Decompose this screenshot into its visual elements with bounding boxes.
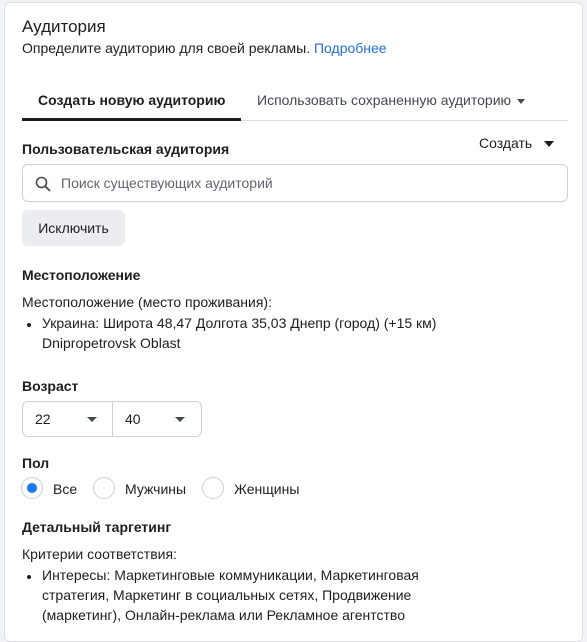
- search-icon: [35, 176, 51, 192]
- subtitle-text: Определите аудиторию для своей рекламы.: [22, 40, 311, 56]
- audience-tabs: Создать новую аудиторию Использовать сох…: [22, 81, 568, 121]
- interests-line1: Интересы: Маркетинговые коммуникации, Ма…: [42, 567, 419, 583]
- location-heading: Местоположение: [22, 267, 141, 283]
- dropdown-caret-icon: [517, 98, 526, 104]
- location-item-line1: Украина: Широта 48,47 Долгота 35,03 Днеп…: [42, 315, 437, 331]
- create-label: Создать: [479, 135, 533, 151]
- create-audience-dropdown[interactable]: Создать: [479, 135, 555, 151]
- learn-more-link[interactable]: Подробнее: [314, 40, 387, 56]
- age-max-value: 40: [125, 411, 141, 427]
- section-subtitle: Определите аудиторию для своей рекламы. …: [22, 40, 387, 56]
- audience-card: Аудитория Определите аудиторию для своей…: [4, 2, 583, 642]
- age-max-select[interactable]: 40: [113, 402, 201, 436]
- detailed-targeting-heading: Детальный таргетинг: [22, 519, 172, 535]
- gender-radio-all[interactable]: [21, 477, 43, 499]
- gender-radio-women[interactable]: [202, 477, 224, 499]
- age-min-select[interactable]: 22: [23, 402, 112, 436]
- tab-use-saved-audience-label: Использовать сохраненную аудиторию: [257, 92, 512, 108]
- chevron-down-icon: [87, 417, 97, 422]
- age-range-selector: 22 40: [22, 401, 202, 437]
- custom-audience-label: Пользовательская аудитория: [22, 141, 230, 157]
- chevron-down-icon: [544, 141, 555, 148]
- chevron-down-icon: [175, 417, 185, 422]
- bullet-icon: [27, 323, 31, 327]
- gender-label-men: Мужчины: [125, 481, 187, 497]
- search-input[interactable]: [61, 165, 561, 201]
- section-title: Аудитория: [22, 17, 106, 36]
- gender-label-women: Женщины: [234, 481, 300, 497]
- gender-radio-men[interactable]: [93, 477, 115, 499]
- age-heading: Возраст: [22, 378, 79, 394]
- tab-create-new-audience[interactable]: Создать новую аудиторию: [22, 81, 242, 121]
- exclude-button[interactable]: Исключить: [22, 210, 125, 246]
- location-item-line2: Dnipropetrovsk Oblast: [42, 335, 181, 351]
- gender-heading: Пол: [22, 455, 50, 471]
- age-min-value: 22: [35, 411, 51, 427]
- location-type-label: Местоположение (место проживания):: [22, 294, 272, 310]
- gender-label-all: Все: [53, 481, 78, 497]
- criteria-label: Критерии соответствия:: [22, 546, 177, 562]
- audience-search-field[interactable]: [22, 164, 568, 202]
- interests-line3: (маркетинг), Онлайн-реклама или Рекламно…: [42, 607, 405, 623]
- bullet-icon: [27, 575, 31, 579]
- interests-line2: стратегия, Маркетинг в социальных сетях,…: [42, 587, 412, 603]
- tab-use-saved-audience[interactable]: Использовать сохраненную аудиторию: [257, 81, 526, 121]
